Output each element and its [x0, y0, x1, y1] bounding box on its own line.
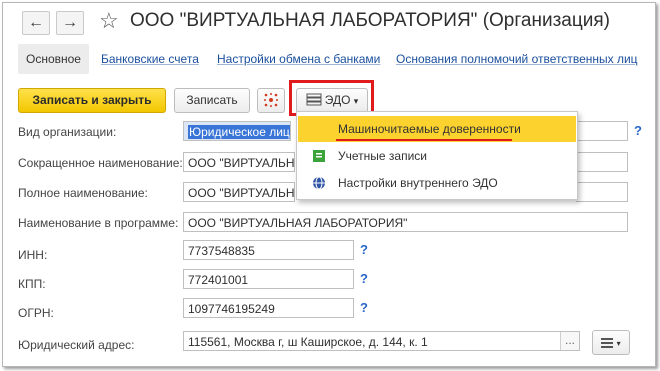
- tab-bank-accounts[interactable]: Банковские счета: [101, 44, 199, 74]
- settings-globe-icon: [313, 176, 325, 190]
- inn-field[interactable]: 7737548835: [183, 240, 354, 260]
- kpp-label: КПП:: [18, 277, 46, 291]
- arrow-left-icon: ←: [28, 14, 44, 31]
- program-name-label: Наименование в программе:: [18, 216, 179, 230]
- save-button[interactable]: Записать: [174, 88, 250, 113]
- menu-item-label: Учетные записи: [338, 149, 427, 163]
- inn-help-icon[interactable]: ?: [360, 242, 368, 257]
- save-and-close-button[interactable]: Записать и закрыть: [18, 88, 166, 113]
- page-title: ООО "ВИРТУАЛЬНАЯ ЛАБОРАТОРИЯ" (Организац…: [130, 10, 610, 31]
- document-green-icon: [313, 150, 325, 162]
- menu-item-label: Настройки внутреннего ЭДО: [338, 176, 498, 190]
- arrow-right-icon: →: [62, 14, 78, 31]
- forward-button[interactable]: →: [56, 11, 84, 35]
- program-name-field[interactable]: ООО "ВИРТУАЛЬНАЯ ЛАБОРАТОРИЯ": [183, 212, 628, 232]
- full-name-field[interactable]: ООО "ВИРТУАЛЬНАЯ: [183, 182, 295, 202]
- short-name-label: Сокращенное наименование:: [18, 156, 183, 170]
- tab-bank-exchange-settings[interactable]: Настройки обмена с банками: [217, 44, 380, 74]
- address-menu-button[interactable]: ▾: [592, 330, 630, 355]
- ogrn-field[interactable]: 1097746195249: [183, 298, 354, 318]
- tab-authority-grounds[interactable]: Основания полномочий ответственных лиц: [396, 44, 638, 74]
- kpp-help-icon[interactable]: ?: [360, 271, 368, 286]
- tab-main[interactable]: Основное: [18, 44, 89, 74]
- org-type-label: Вид организации:: [18, 125, 117, 139]
- menu-item-internal-edo-settings[interactable]: Настройки внутреннего ЭДО: [298, 170, 576, 196]
- back-button[interactable]: ←: [22, 11, 50, 35]
- help-icon[interactable]: ?: [634, 123, 642, 138]
- kpp-field[interactable]: 772401001: [183, 269, 354, 289]
- address-value: 115561, Москва г, ш Каширское, д. 144, к…: [188, 335, 428, 349]
- org-type-field[interactable]: Юридическое лицо: [183, 121, 291, 141]
- chevron-down-icon: ▾: [616, 339, 621, 348]
- short-name-field[interactable]: ООО "ВИРТУАЛЬНАЯ: [183, 152, 295, 172]
- structure-button[interactable]: [257, 88, 285, 113]
- menu-item-accounts[interactable]: Учетные записи: [298, 143, 576, 169]
- address-field[interactable]: 115561, Москва г, ш Каширское, д. 144, к…: [183, 331, 580, 351]
- ogrn-label: ОГРН:: [18, 306, 54, 320]
- ogrn-help-icon[interactable]: ?: [360, 300, 368, 315]
- full-name-label: Полное наименование:: [18, 186, 148, 200]
- menu-item-machine-readable-poa[interactable]: Машиночитаемые доверенности: [298, 116, 576, 142]
- org-type-field-tail[interactable]: [576, 121, 628, 141]
- red-underline: [336, 139, 512, 141]
- hierarchy-icon: [264, 93, 278, 107]
- edo-dropdown-menu: Машиночитаемые доверенности Учетные запи…: [296, 111, 578, 200]
- full-name-field-tail[interactable]: [576, 182, 628, 202]
- inn-label: ИНН:: [18, 248, 48, 262]
- address-select-button[interactable]: ...: [560, 332, 579, 350]
- hamburger-icon: [601, 338, 614, 348]
- address-label: Юридический адрес:: [18, 338, 135, 352]
- short-name-field-tail[interactable]: [576, 152, 628, 172]
- favorite-star-icon[interactable]: ☆: [99, 8, 119, 34]
